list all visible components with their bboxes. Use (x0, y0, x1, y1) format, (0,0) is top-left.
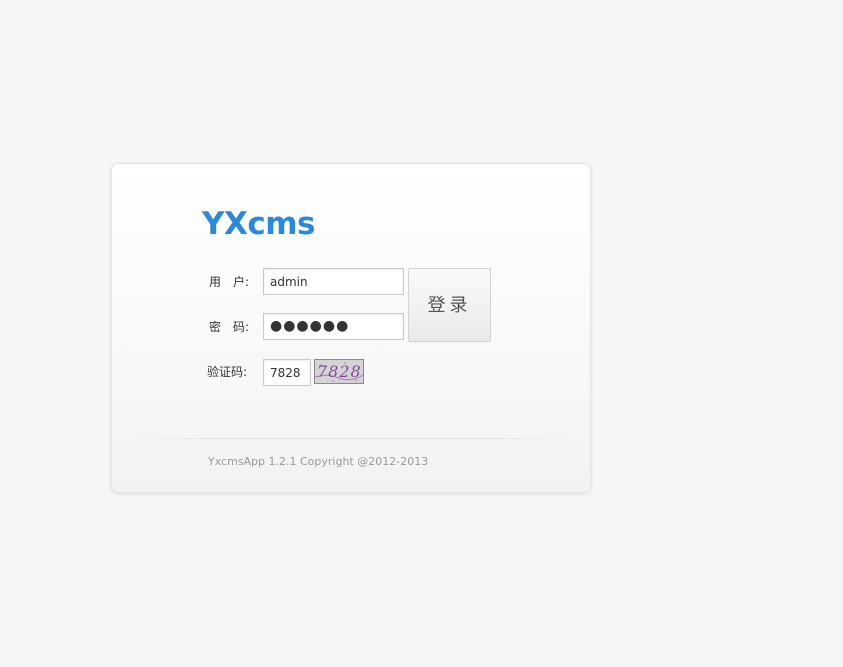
username-label: 用 户: (209, 275, 250, 289)
copyright-text: YxcmsApp 1.2.1 Copyright @2012-2013 (208, 455, 429, 468)
captcha-image-text: 7828 (317, 362, 362, 381)
username-input[interactable] (263, 268, 404, 295)
password-label: 密 码: (209, 320, 250, 334)
app-logo: YXcms (202, 206, 315, 242)
login-button[interactable]: 登录 (408, 268, 491, 342)
captcha-image[interactable]: 7828 (314, 359, 364, 384)
captcha-label: 验证码: (207, 365, 248, 379)
login-panel: YXcms 用 户: 密 码: ●●●●●● 登录 验证码: 7828 Yxcm… (111, 163, 591, 493)
footer-divider (132, 438, 572, 439)
password-input[interactable]: ●●●●●● (263, 313, 404, 340)
captcha-input[interactable] (263, 359, 311, 386)
